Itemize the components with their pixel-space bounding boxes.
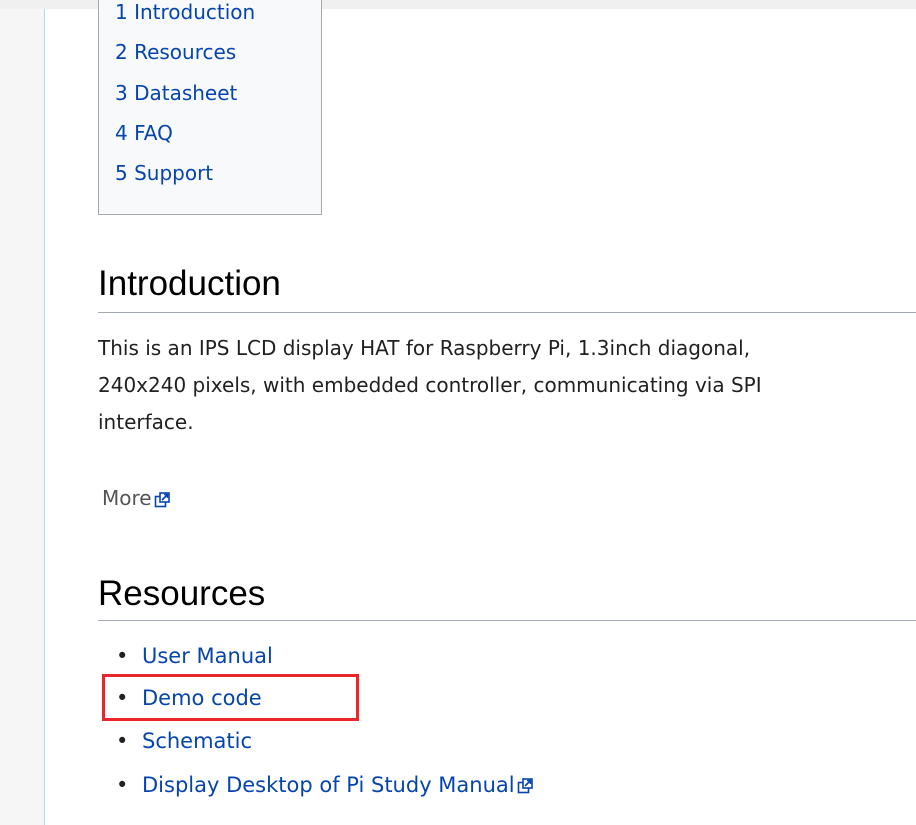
schematic-link[interactable]: Schematic — [142, 729, 252, 753]
content-border — [44, 9, 45, 825]
external-link-icon — [154, 491, 170, 507]
more-link[interactable]: More — [102, 486, 170, 510]
left-gutter — [0, 9, 44, 825]
introduction-paragraph: This is an IPS LCD display HAT for Raspb… — [98, 330, 916, 441]
list-item: • Demo code — [116, 686, 262, 710]
pi-study-manual-link[interactable]: Display Desktop of Pi Study Manual — [142, 773, 515, 797]
introduction-line-1: This is an IPS LCD display HAT for Raspb… — [98, 336, 751, 360]
list-item: • User Manual — [116, 644, 273, 668]
external-link-icon — [517, 778, 533, 794]
demo-code-link[interactable]: Demo code — [142, 686, 262, 710]
wiki-page: 1 Introduction 2 Resources 3 Datasheet 4… — [0, 0, 916, 825]
toc-item-support[interactable]: 5 Support — [115, 161, 213, 185]
more-link-label: More — [102, 486, 152, 510]
toc-item-introduction[interactable]: 1 Introduction — [115, 0, 255, 24]
bullet: • — [116, 644, 129, 668]
toc-item-resources[interactable]: 2 Resources — [115, 40, 236, 64]
bullet: • — [116, 773, 129, 797]
bullet: • — [116, 729, 129, 753]
user-manual-link[interactable]: User Manual — [142, 644, 273, 668]
toc-item-faq[interactable]: 4 FAQ — [115, 121, 173, 145]
resources-heading: Resources — [98, 574, 266, 613]
list-item: • Display Desktop of Pi Study Manual — [116, 773, 533, 797]
table-of-contents: 1 Introduction 2 Resources 3 Datasheet 4… — [98, 0, 322, 215]
introduction-line-2: 240x240 pixels, with embedded controller… — [98, 373, 762, 397]
bullet: • — [116, 686, 129, 710]
introduction-heading-rule — [98, 312, 916, 313]
introduction-line-3: interface. — [98, 410, 194, 434]
introduction-heading: Introduction — [98, 264, 281, 303]
resources-heading-rule — [98, 620, 916, 621]
list-item: • Schematic — [116, 729, 252, 753]
toc-item-datasheet[interactable]: 3 Datasheet — [115, 81, 237, 105]
